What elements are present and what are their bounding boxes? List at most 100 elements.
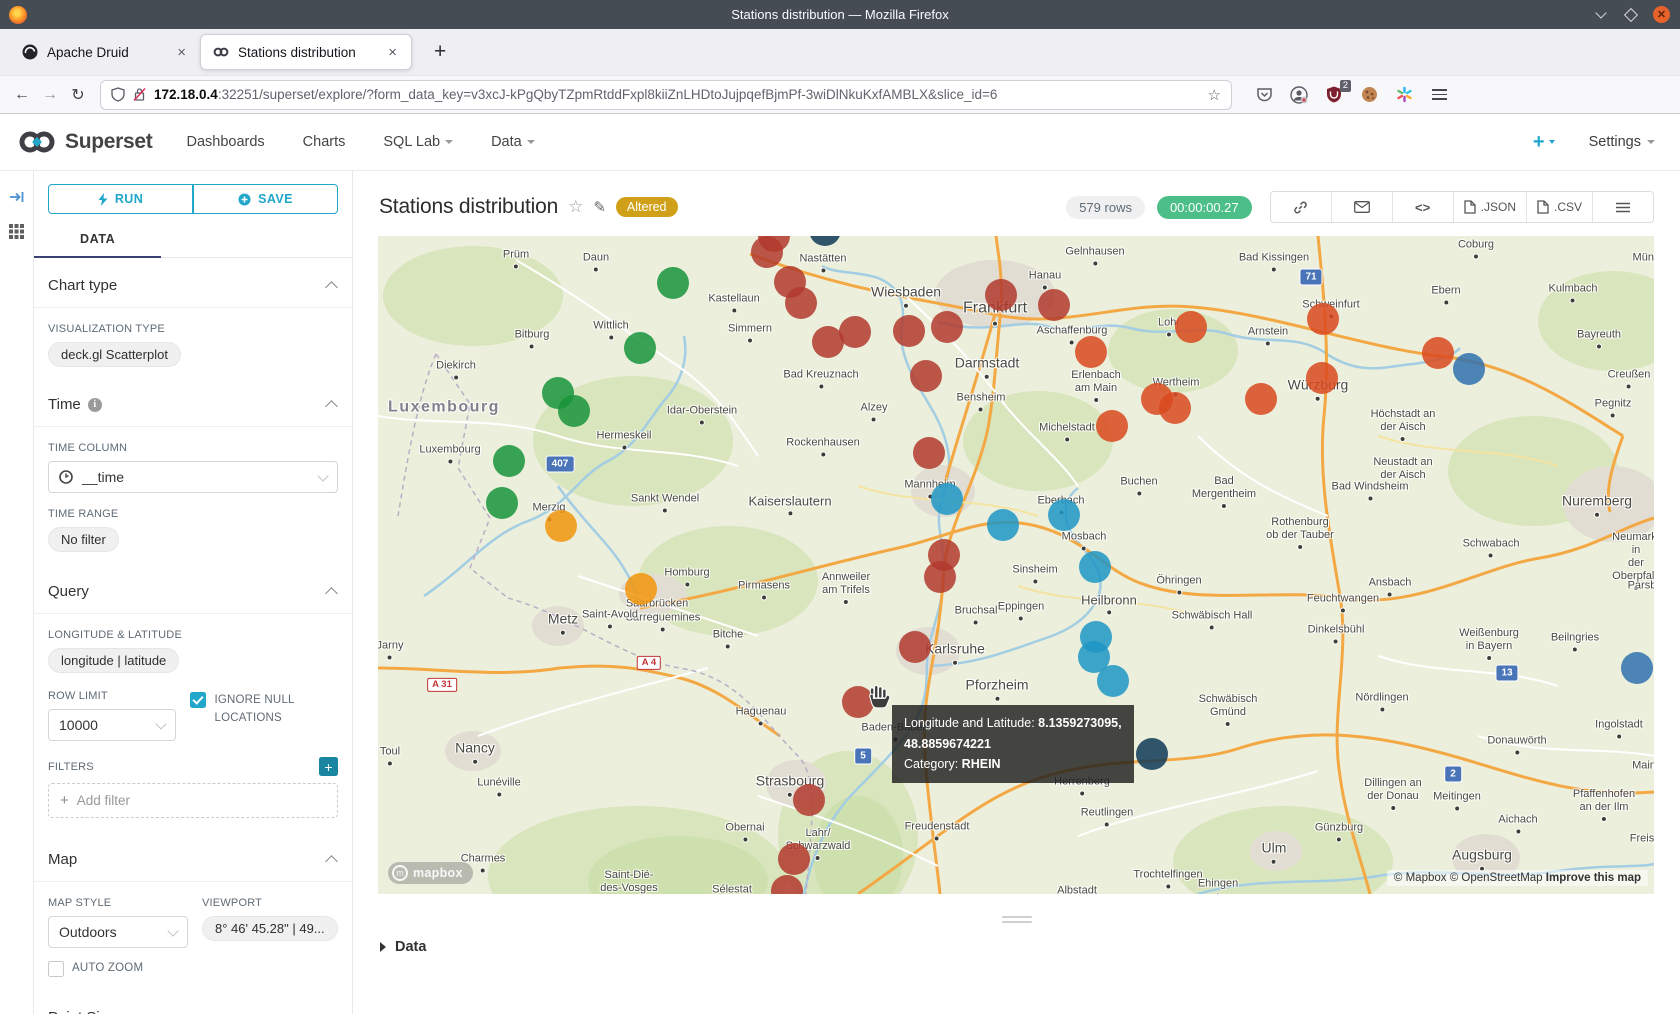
section-title: Query [48,583,89,600]
chevron-down-icon [445,140,453,144]
ignore-null-checkbox[interactable] [190,692,206,708]
attribution-mapbox-link[interactable]: © Mapbox [1394,872,1447,884]
insecure-lock-icon[interactable] [133,87,146,102]
map-canvas[interactable]: PrümDaunNastättenGelnhausenBad Kissingen… [378,236,1654,894]
pocket-icon[interactable] [1254,85,1274,105]
data-panel-title: Data [395,939,426,955]
settings-menu[interactable]: Settings [1589,134,1655,150]
extension-pinwheel-icon[interactable] [1394,85,1414,105]
share-link-button[interactable] [1271,192,1331,222]
map-attribution: © Mapbox © OpenStreetMap Improve this ma… [1387,870,1648,886]
tab-close-icon[interactable]: × [384,43,401,62]
attribution-osm-link[interactable]: © OpenStreetMap [1450,872,1543,884]
reload-button[interactable]: ↻ [64,82,92,108]
scatter-point-cyan [987,509,1019,541]
bookmark-star-icon[interactable]: ☆ [1208,86,1221,104]
ublock-badge: 2 [1340,80,1351,92]
nav-sql-lab[interactable]: SQL Lab [383,134,453,150]
viewport-value[interactable]: 8° 46' 45.28" | 49... [202,916,338,941]
scatter-point-orangered [1159,392,1191,424]
favorite-star-icon[interactable]: ☆ [568,197,583,217]
ignore-null-label: IGNORE NULL LOCATIONS [214,692,338,741]
superset-logo[interactable] [17,130,57,154]
section-query[interactable]: Query [34,564,352,614]
nav-charts[interactable]: Charts [303,134,346,150]
chart-title: Stations distribution [379,195,558,219]
viewport-label: VIEWPORT [202,897,338,909]
scatter-point-green [657,267,689,299]
save-button[interactable]: SAVE [193,184,338,214]
export-json-button[interactable]: .JSON [1453,192,1526,222]
chevron-up-icon [325,281,338,294]
window-close-button[interactable]: ✕ [1653,6,1670,23]
tab-data[interactable]: DATA [48,232,115,257]
altered-badge[interactable]: Altered [616,197,678,217]
section-chart-type[interactable]: Chart type [34,258,352,308]
lonlat-label: LONGITUDE & LATITUDE [48,629,338,641]
shield-icon[interactable] [111,87,125,102]
lonlat-value[interactable]: longitude | latitude [48,648,179,673]
row-limit-select[interactable]: 10000 [48,709,176,741]
window-minimize-button[interactable] [1593,7,1609,23]
embed-code-button[interactable]: <> [1392,192,1453,222]
scatter-point-steel [1621,652,1653,684]
menu-bars-icon [1616,202,1630,213]
tab-stations-distribution[interactable]: Stations distribution × [200,34,412,70]
scatter-point-red [785,287,817,319]
mapbox-logo[interactable]: m mapbox [388,862,473,884]
chevron-down-icon [167,925,178,936]
scatter-point-navy [1136,738,1168,770]
add-filter-box[interactable]: +Add filter [48,783,338,818]
scatter-points-layer [378,236,1654,894]
cookie-icon[interactable] [1359,85,1379,105]
map-tooltip: Longitude and Latitude: 8.1359273095, 48… [892,705,1134,783]
collapse-panel-icon[interactable] [9,189,25,205]
link-icon [1293,200,1308,215]
section-map[interactable]: Map [34,832,352,882]
edit-properties-icon[interactable]: ✎ [593,198,606,216]
nav-data[interactable]: Data [491,134,535,150]
tab-apache-druid[interactable]: Apache Druid × [10,34,200,70]
run-button[interactable]: RUN [48,184,193,214]
section-time[interactable]: Timei [34,377,352,427]
map-style-select[interactable]: Outdoors [48,916,188,948]
browser-toolbar: ← → ↻ 172.18.0.4:32251/superset/explore/… [0,75,1680,114]
scatter-point-red [899,631,931,663]
window-maximize-button[interactable] [1623,7,1639,23]
tab-label: Apache Druid [47,45,164,60]
dataset-grid-icon[interactable] [8,223,25,240]
back-button[interactable]: ← [8,82,36,108]
new-item-button[interactable]: + [1533,131,1555,154]
chevron-down-icon [156,718,167,729]
left-icon-rail [0,171,34,1014]
menu-hamburger-icon[interactable] [1429,85,1449,105]
time-range-value[interactable]: No filter [48,527,119,552]
scatter-point-red [778,843,810,875]
tab-close-icon[interactable]: × [173,43,190,62]
scatter-point-red [924,561,956,593]
email-button[interactable] [1331,192,1392,222]
attribution-improve-link[interactable]: Improve this map [1546,872,1641,884]
auto-zoom-checkbox[interactable] [48,961,64,977]
url-host: 172.18.0.4 [154,87,218,102]
scatter-point-navy [809,236,841,246]
section-point-size[interactable]: Point Size [34,990,352,1014]
forward-button[interactable]: → [36,82,64,108]
url-text[interactable]: 172.18.0.4:32251/superset/explore/?form_… [154,87,997,102]
time-column-select[interactable]: __time [48,461,338,493]
viz-type-value[interactable]: deck.gl Scatterplot [48,342,181,367]
add-filter-plus-button[interactable]: + [319,757,338,776]
account-icon[interactable] [1289,85,1309,105]
lightning-icon [98,193,108,206]
new-tab-button[interactable]: + [426,40,454,64]
resize-grip[interactable] [1002,916,1032,923]
brand-name[interactable]: Superset [65,130,152,154]
chart-menu-button[interactable] [1592,192,1653,222]
envelope-icon [1354,201,1370,213]
scatter-point-cyan [1097,665,1129,697]
ublock-icon[interactable]: 2 [1324,85,1344,105]
url-bar[interactable]: 172.18.0.4:32251/superset/explore/?form_… [100,80,1232,110]
data-panel-header[interactable]: Data [353,923,1680,955]
export-csv-button[interactable]: .CSV [1526,192,1592,222]
nav-dashboards[interactable]: Dashboards [186,134,264,150]
